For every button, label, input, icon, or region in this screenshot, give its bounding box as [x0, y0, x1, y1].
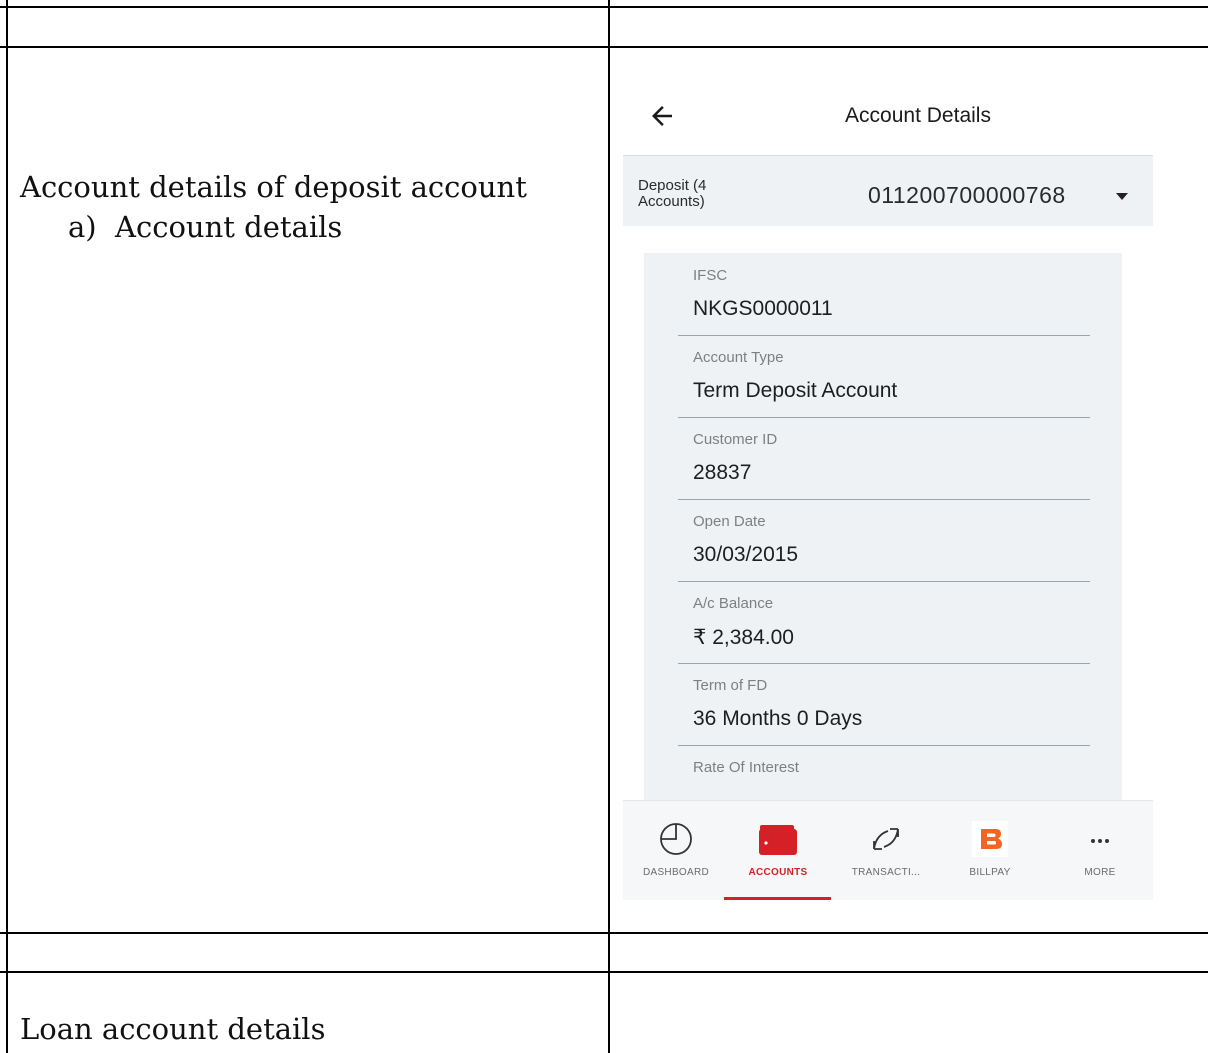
- field-label: Rate Of Interest: [693, 759, 799, 776]
- account-type-label: Deposit (4 Accounts): [638, 177, 707, 210]
- field-account-type: Account Type Term Deposit Account: [678, 335, 1090, 418]
- field-label: Account Type: [693, 349, 784, 366]
- phone-screenshot: Account Details Deposit (4 Accounts) 011…: [623, 75, 1153, 900]
- field-value: Term Deposit Account: [693, 379, 898, 402]
- bottom-navigation: DASHBOARD ACCOUNTS TRANSACTI... BILLPAY …: [623, 800, 1153, 900]
- field-balance: A/c Balance ₹ 2,384.00: [678, 581, 1090, 664]
- deposit-heading: Account details of deposit account: [20, 170, 527, 204]
- nav-transactions[interactable]: TRANSACTI...: [833, 801, 939, 900]
- table-border-row3: [0, 971, 1208, 973]
- nav-label: BILLPAY: [969, 867, 1011, 878]
- nav-label: MORE: [1084, 867, 1116, 878]
- loan-heading: Loan account details: [20, 1012, 326, 1046]
- field-ifsc: IFSC NKGS0000011: [678, 253, 1090, 336]
- app-bar: Account Details: [623, 75, 1153, 155]
- field-label: IFSC: [693, 267, 728, 284]
- nav-dashboard[interactable]: DASHBOARD: [623, 801, 729, 900]
- nav-more[interactable]: MORE: [1047, 801, 1153, 900]
- more-dots-icon: [1091, 839, 1109, 843]
- field-value: ₹ 2,384.00: [693, 626, 794, 649]
- field-label: Open Date: [693, 513, 766, 530]
- field-label: Customer ID: [693, 431, 778, 448]
- caret-down-icon[interactable]: [1116, 193, 1128, 200]
- table-border-row1: [0, 46, 1208, 48]
- account-selector[interactable]: Deposit (4 Accounts) 011200700000768: [623, 155, 1153, 226]
- field-value: NKGS0000011: [693, 297, 833, 320]
- field-value: 28837: [693, 461, 752, 484]
- nav-label: ACCOUNTS: [748, 867, 808, 878]
- field-value: 36 Months 0 Days: [693, 707, 863, 730]
- field-label: A/c Balance: [693, 595, 774, 612]
- field-open-date: Open Date 30/03/2015: [678, 499, 1090, 582]
- pie-chart-icon: [660, 823, 692, 855]
- field-customer-id: Customer ID 28837: [678, 417, 1090, 500]
- active-tab-indicator: [724, 897, 831, 900]
- nav-accounts[interactable]: ACCOUNTS: [725, 801, 831, 900]
- table-border-row2: [0, 932, 1208, 934]
- refresh-arrows-icon: [873, 828, 899, 850]
- field-label: Term of FD: [693, 677, 768, 694]
- wallet-icon: [759, 825, 797, 855]
- field-value: 30/03/2015: [693, 543, 799, 566]
- nav-label: TRANSACTI...: [851, 867, 921, 878]
- account-number: 011200700000768: [868, 182, 1066, 208]
- page-title: Account Details: [845, 104, 991, 127]
- table-border-middle: [608, 0, 610, 1053]
- nav-billpay[interactable]: BILLPAY: [937, 801, 1043, 900]
- table-border-left: [6, 0, 8, 1053]
- nav-label: DASHBOARD: [642, 867, 710, 878]
- field-term-of-fd: Term of FD 36 Months 0 Days: [678, 663, 1090, 746]
- billpay-b-icon: [972, 821, 1008, 857]
- table-border-top: [0, 6, 1208, 8]
- account-details-subitem: a) Account details: [68, 210, 343, 244]
